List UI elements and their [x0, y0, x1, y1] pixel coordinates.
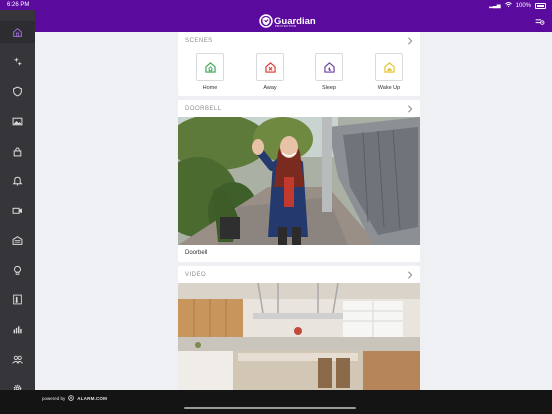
scene-label: Wake Up [377, 85, 401, 91]
users-icon [12, 355, 23, 364]
lock-icon [13, 146, 22, 156]
shield-icon [13, 86, 22, 96]
bar-chart-icon [13, 325, 22, 333]
house-sleep-icon [323, 61, 335, 73]
video-camera-icon [12, 207, 22, 214]
guardian-logo: Guardian PROTECTION [259, 13, 316, 29]
home-indicator[interactable] [184, 407, 356, 409]
sidebar-item-security[interactable] [0, 80, 35, 102]
app-header: Guardian PROTECTION [0, 10, 552, 32]
sidebar-item-scenes[interactable] [0, 50, 35, 72]
scene-sleep-button[interactable]: Sleep [315, 53, 343, 91]
battery-percent: 100% [515, 2, 531, 9]
alarm-com-brand: ALARM.COM [77, 395, 108, 401]
doorbell-name: Doorbell [185, 250, 208, 256]
thermostat-icon [13, 294, 22, 304]
kitchen-snapshot-image [178, 283, 420, 390]
scene-away-button[interactable]: Away [256, 53, 284, 91]
battery-icon [535, 2, 546, 9]
chevron-right-icon[interactable] [407, 105, 413, 113]
sidebar-item-thermostat[interactable] [0, 288, 35, 310]
scenes-header[interactable]: SCENES [178, 32, 420, 50]
chevron-right-icon[interactable] [407, 271, 413, 279]
scene-away-tile[interactable] [256, 53, 284, 81]
powered-by: powered by ALARM.COM [42, 395, 107, 401]
video-title: VIDEO [185, 272, 207, 278]
status-time: 6:26 PM [7, 2, 30, 8]
garage-icon [12, 235, 23, 245]
sidebar-item-garage[interactable] [0, 229, 35, 251]
cellular-signal-icon: ▂▃▅ [489, 2, 501, 9]
house-wake-icon [383, 61, 395, 73]
house-home-icon [204, 61, 216, 73]
sidebar-item-home[interactable] [0, 21, 35, 43]
lightbulb-icon [13, 265, 22, 275]
sidebar-item-video[interactable] [0, 199, 35, 221]
scene-sleep-tile[interactable] [315, 53, 343, 81]
chevron-right-icon[interactable] [407, 37, 413, 45]
scene-label: Sleep [321, 85, 337, 91]
sidebar-item-activity[interactable] [0, 318, 35, 340]
doorbell-header[interactable]: DOORBELL [178, 100, 420, 118]
video-header[interactable]: VIDEO [178, 266, 420, 284]
dashboard-content[interactable]: SCENES Home Away Sleep Wake Up DOORBELL … [178, 32, 420, 390]
sidebar-item-images[interactable] [0, 110, 35, 132]
scenes-title: SCENES [185, 38, 213, 44]
video-card: VIDEO [178, 266, 420, 390]
image-icon [12, 117, 23, 125]
wifi-icon [504, 2, 512, 9]
status-bar: 6:26 PM ▂▃▅ 100% [0, 0, 552, 10]
scene-wake-up-tile[interactable] [375, 53, 403, 81]
scenes-sparkle-icon [13, 56, 22, 66]
bell-icon [12, 176, 23, 186]
scene-wake-up-button[interactable]: Wake Up [375, 53, 403, 91]
brand-subtitle: PROTECTION [275, 24, 297, 28]
powered-by-text: powered by [42, 395, 66, 401]
doorbell-title: DOORBELL [185, 106, 222, 112]
scene-label: Away [263, 85, 277, 91]
sidebar [0, 10, 35, 392]
doorbell-snapshot-image [178, 117, 420, 245]
alarm-com-logo-icon [68, 395, 75, 401]
video-camera-feed[interactable] [178, 283, 420, 390]
scene-home-button[interactable]: Home [196, 53, 224, 91]
footer-bar: powered by ALARM.COM [0, 390, 552, 414]
house-away-icon [264, 61, 276, 73]
sidebar-item-users[interactable] [0, 348, 35, 370]
scenes-card: SCENES Home Away Sleep Wake Up [178, 32, 420, 96]
sidebar-item-lights[interactable] [0, 259, 35, 281]
scene-home-tile[interactable] [196, 53, 224, 81]
account-settings-icon[interactable] [534, 16, 545, 27]
guardian-shield-icon [259, 14, 273, 28]
doorbell-card: DOORBELL Doorbell [178, 100, 420, 262]
doorbell-camera-feed[interactable] [178, 117, 420, 245]
status-right: ▂▃▅ 100% [489, 2, 546, 9]
sidebar-item-locks[interactable] [0, 140, 35, 162]
scene-label: Home [202, 85, 218, 91]
sidebar-item-notifications[interactable] [0, 169, 35, 191]
home-icon [13, 27, 22, 37]
